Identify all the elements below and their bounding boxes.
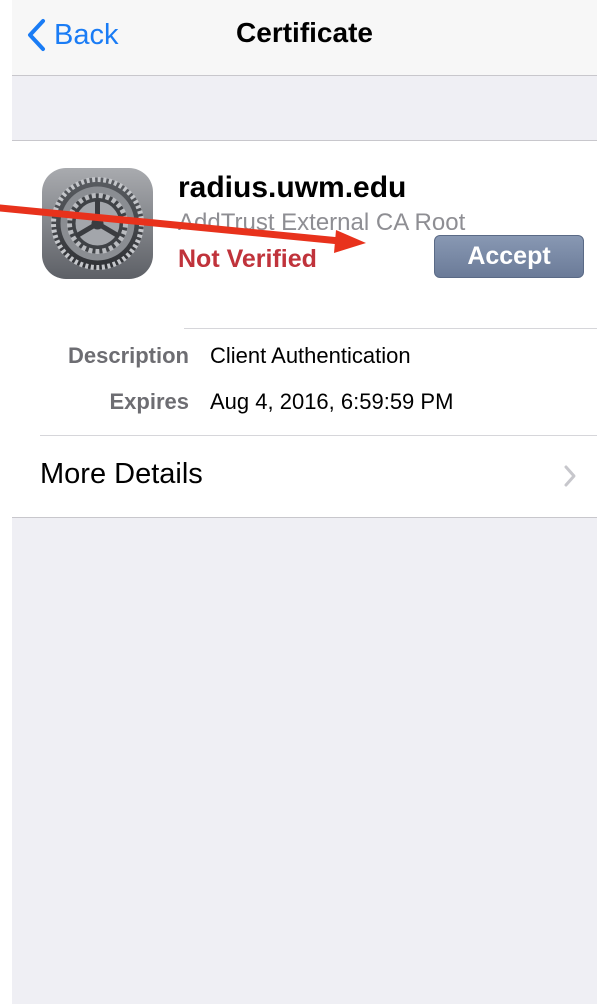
accept-button[interactable]: Accept xyxy=(434,235,584,278)
certificate-issuer: AddTrust External CA Root xyxy=(178,209,466,236)
detail-label: Description xyxy=(67,343,189,368)
detail-row-description: Description Client Authentication xyxy=(12,343,597,377)
detail-row-expires: Expires Aug 4, 2016, 6:59:59 PM xyxy=(12,389,597,423)
detail-value: Client Authentication xyxy=(210,343,411,368)
more-details-row[interactable]: More Details xyxy=(12,436,597,517)
divider xyxy=(184,328,597,329)
chevron-right-icon xyxy=(564,465,576,487)
certificate-card: radius.uwm.edu AddTrust External CA Root… xyxy=(12,140,597,518)
certificate-screen: Back Certificate radius.uwm.edu AddTrust… xyxy=(12,0,597,1004)
verification-status: Not Verified xyxy=(178,245,317,273)
detail-label: Expires xyxy=(109,389,190,414)
navigation-bar: Back Certificate xyxy=(12,0,597,76)
more-details-label: More Details xyxy=(40,458,203,490)
settings-gear-icon xyxy=(42,168,153,279)
page-title: Certificate xyxy=(236,17,373,48)
detail-value: Aug 4, 2016, 6:59:59 PM xyxy=(210,389,454,414)
certificate-name: radius.uwm.edu xyxy=(178,171,407,204)
